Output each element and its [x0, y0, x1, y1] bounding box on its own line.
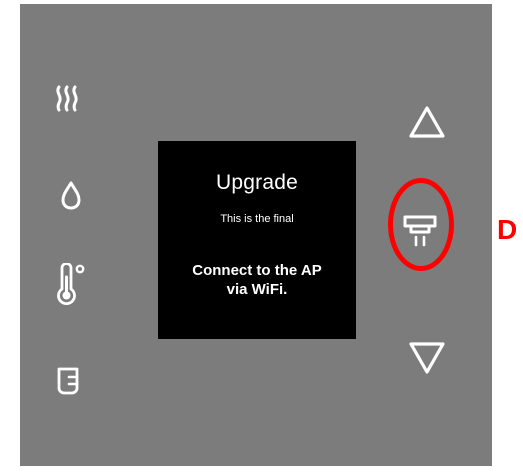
screen-message-line1: Connect to the AP: [192, 262, 322, 279]
water-drop-icon[interactable]: [60, 180, 82, 210]
highlight-ring: [388, 178, 454, 271]
arrow-down-triangle-icon[interactable]: [408, 340, 446, 376]
callout-label: D: [497, 214, 518, 245]
heat-waves-icon[interactable]: [54, 82, 80, 114]
page: Upgrade This is the final Connect to the…: [0, 0, 523, 472]
display-screen: Upgrade This is the final Connect to the…: [158, 141, 356, 339]
screen-subtitle: This is the final: [220, 213, 294, 225]
thermometer-celsius-icon[interactable]: [55, 263, 87, 305]
cup-level-icon[interactable]: [54, 366, 82, 396]
screen-message-line2: via WiFi.: [226, 281, 288, 298]
screen-title: Upgrade: [216, 171, 298, 194]
arrow-up-triangle-icon[interactable]: [408, 104, 446, 140]
screen-message: Connect to the AP via WiFi.: [158, 261, 356, 299]
